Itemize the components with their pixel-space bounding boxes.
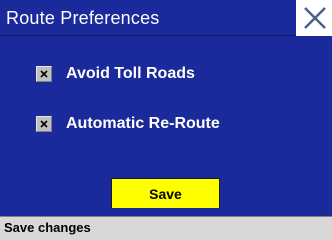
preferences-panel: Avoid Toll Roads Automatic Re-Route Save <box>0 36 332 210</box>
route-preferences-screen: Route Preferences Avoid Toll Roads Autom… <box>0 0 332 240</box>
status-bar: Save changes <box>0 216 332 240</box>
status-text: Save changes <box>4 220 91 235</box>
close-icon <box>303 6 326 29</box>
save-button[interactable]: Save <box>111 178 220 210</box>
checkmark-x-icon <box>40 70 48 78</box>
avoid-toll-roads-checkbox[interactable] <box>36 66 52 82</box>
checkmark-x-icon <box>40 120 48 128</box>
close-button[interactable] <box>298 1 331 34</box>
option-avoid-toll-roads[interactable]: Avoid Toll Roads <box>36 64 195 84</box>
status-divider <box>0 208 332 216</box>
option-automatic-re-route[interactable]: Automatic Re-Route <box>36 114 220 134</box>
avoid-toll-roads-label: Avoid Toll Roads <box>66 65 195 82</box>
automatic-re-route-label: Automatic Re-Route <box>66 115 220 132</box>
page-title: Route Preferences <box>6 8 160 28</box>
automatic-re-route-checkbox[interactable] <box>36 116 52 132</box>
title-panel: Route Preferences <box>0 0 296 36</box>
title-bar: Route Preferences <box>0 0 332 36</box>
